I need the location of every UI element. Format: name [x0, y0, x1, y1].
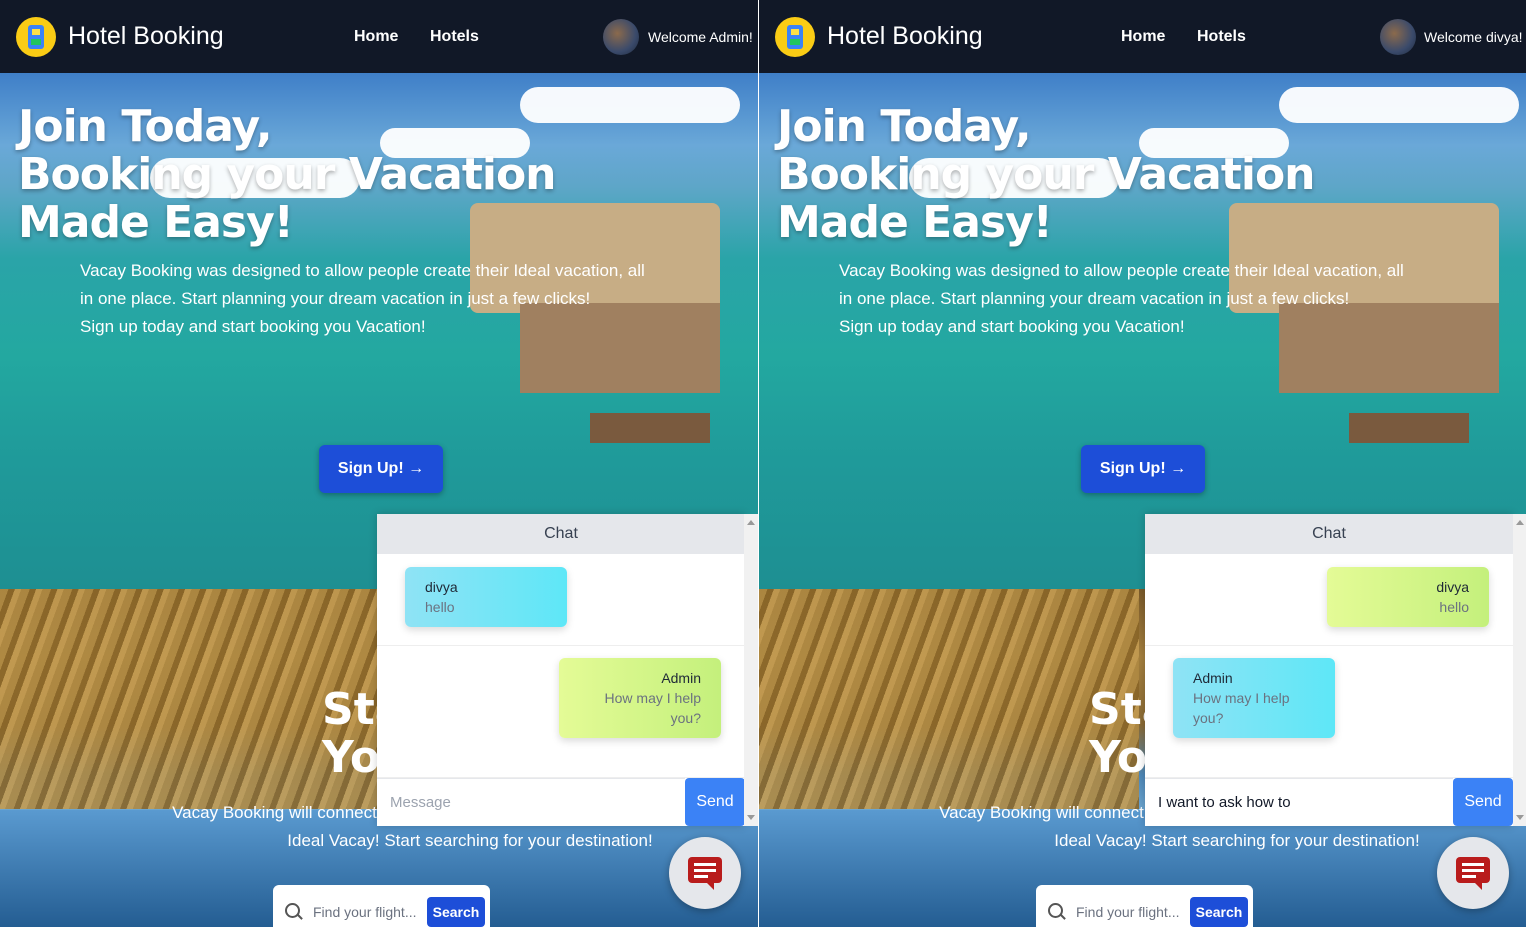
search-input[interactable]: Find your flight...: [313, 904, 417, 920]
chat-toggle-button[interactable]: [669, 837, 741, 909]
navbar: Hotel Booking Home Hotels Welcome divya!: [759, 0, 1526, 73]
flight-search: Find your flight... Search: [1036, 885, 1253, 927]
hero-description: Vacay Booking was designed to allow peop…: [80, 261, 645, 336]
send-button[interactable]: Send: [685, 778, 745, 826]
chat-icon: [688, 857, 722, 890]
search-button[interactable]: Search: [427, 897, 485, 927]
avatar[interactable]: [1380, 19, 1416, 55]
chat-icon: [1456, 857, 1490, 890]
nav-home[interactable]: Home: [1121, 28, 1165, 46]
chat-title: Chat: [377, 514, 745, 554]
logo-icon[interactable]: [775, 17, 815, 57]
right-pane: Hotel Booking Home Hotels Welcome divya!…: [758, 0, 1526, 927]
chat-toggle-button[interactable]: [1437, 837, 1509, 909]
avatar[interactable]: [603, 19, 639, 55]
message-input[interactable]: I want to ask how to: [1145, 778, 1453, 826]
chat-title: Chat: [1145, 514, 1513, 554]
search-input[interactable]: Find your flight...: [1076, 904, 1180, 920]
list-item: divya hello: [377, 554, 745, 646]
signup-button[interactable]: Sign Up! →: [319, 445, 443, 493]
nav-hotels[interactable]: Hotels: [430, 28, 479, 46]
hero-description: Vacay Booking was designed to allow peop…: [839, 261, 1404, 336]
chat-bubble: divya hello: [405, 567, 567, 627]
flight-search: Find your flight... Search: [273, 885, 490, 927]
chat-scrollbar[interactable]: [1513, 514, 1526, 826]
search-icon: [285, 903, 300, 918]
nav-hotels[interactable]: Hotels: [1197, 28, 1246, 46]
list-item: divya hello: [1145, 554, 1513, 646]
message-input[interactable]: Message: [377, 778, 685, 826]
left-pane: Hotel Booking Home Hotels Welcome Admin!…: [0, 0, 758, 927]
chat-bubble: Admin How may I help you?: [1173, 658, 1335, 738]
logo-icon[interactable]: [16, 17, 56, 57]
hero-title: Join Today, Booking your Vacation Made E…: [777, 101, 1316, 248]
navbar: Hotel Booking Home Hotels Welcome Admin!: [0, 0, 758, 73]
hero-title: Join Today, Booking your Vacation Made E…: [18, 101, 557, 248]
search-button[interactable]: Search: [1190, 897, 1248, 927]
chat-scrollbar[interactable]: [744, 514, 758, 826]
search-icon: [1048, 903, 1063, 918]
list-item: Admin How may I help you?: [1145, 646, 1513, 778]
chat-bubble: divya hello: [1327, 567, 1489, 627]
chat-bubble: Admin How may I help you?: [559, 658, 721, 738]
nav-home[interactable]: Home: [354, 28, 398, 46]
welcome-text: Welcome Admin!: [648, 29, 753, 45]
chat-window: Chat divya hello Admin How may I help yo…: [1145, 514, 1513, 826]
welcome-text: Welcome divya!: [1424, 29, 1523, 45]
signup-button[interactable]: Sign Up! →: [1081, 445, 1205, 493]
chat-window: Chat divya hello Admin How may I help yo…: [377, 514, 745, 826]
send-button[interactable]: Send: [1453, 778, 1513, 826]
list-item: Admin How may I help you?: [377, 646, 745, 778]
brand-title[interactable]: Hotel Booking: [827, 22, 983, 51]
brand-title[interactable]: Hotel Booking: [68, 22, 224, 51]
